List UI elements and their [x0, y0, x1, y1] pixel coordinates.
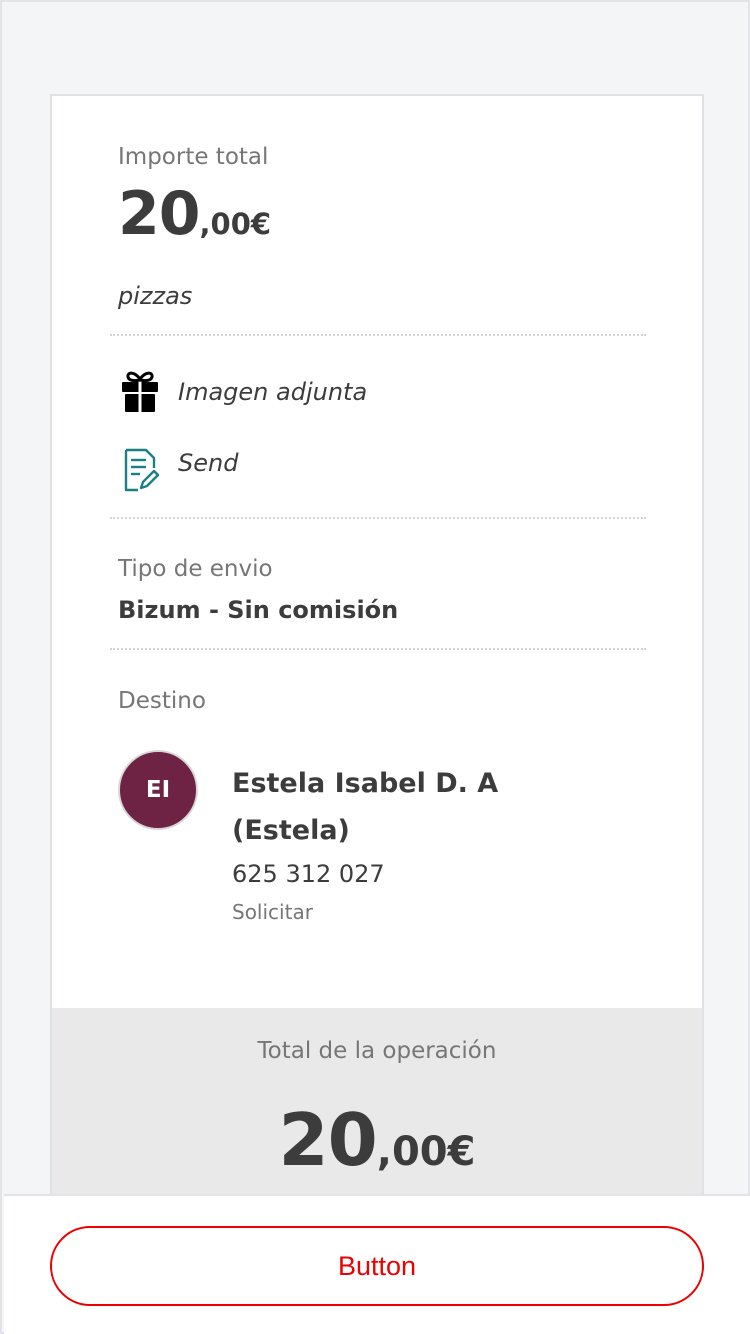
total-decimals: ,00€ [376, 1129, 476, 1175]
attachment-label: Imagen adjunta [178, 378, 368, 406]
amount-label: Importe total [118, 144, 269, 170]
contact-name: Estela Isabel D. A (Estela) [232, 768, 499, 846]
summary-card: Importe total 20,00€ pizzas Imagen adjun… [50, 94, 704, 1196]
divider [110, 648, 646, 650]
note-edit-icon [118, 448, 162, 492]
total-amount: 20,00€ [52, 1104, 702, 1176]
amount-decimals: ,00€ [199, 207, 272, 241]
amount-integer: 20 [118, 179, 200, 249]
destination-label: Destino [118, 688, 206, 714]
divider [110, 517, 646, 519]
total-section: Total de la operación 20,00€ [52, 1008, 702, 1194]
note-row[interactable]: Send [118, 448, 238, 492]
note-label: Send [178, 449, 239, 477]
primary-button[interactable]: Button [50, 1226, 704, 1306]
request-label: Solicitar [232, 900, 313, 924]
concept-text: pizzas [118, 282, 193, 310]
footer-bar: Button [4, 1194, 750, 1334]
total-label: Total de la operación [257, 1038, 497, 1064]
shipping-value: Bizum - Sin comisión [118, 596, 399, 624]
contact-phone: 625 312 027 [232, 860, 385, 888]
screen: Importe total 20,00€ pizzas Imagen adjun… [0, 0, 750, 1334]
avatar-initials: EI [145, 777, 171, 803]
total-integer: 20 [278, 1098, 378, 1182]
avatar: EI [118, 750, 198, 830]
gift-icon [118, 370, 162, 414]
amount-value: 20,00€ [118, 184, 271, 244]
divider [110, 334, 646, 336]
shipping-label: Tipo de envio [118, 556, 273, 582]
attachment-row[interactable]: Imagen adjunta [118, 370, 367, 414]
